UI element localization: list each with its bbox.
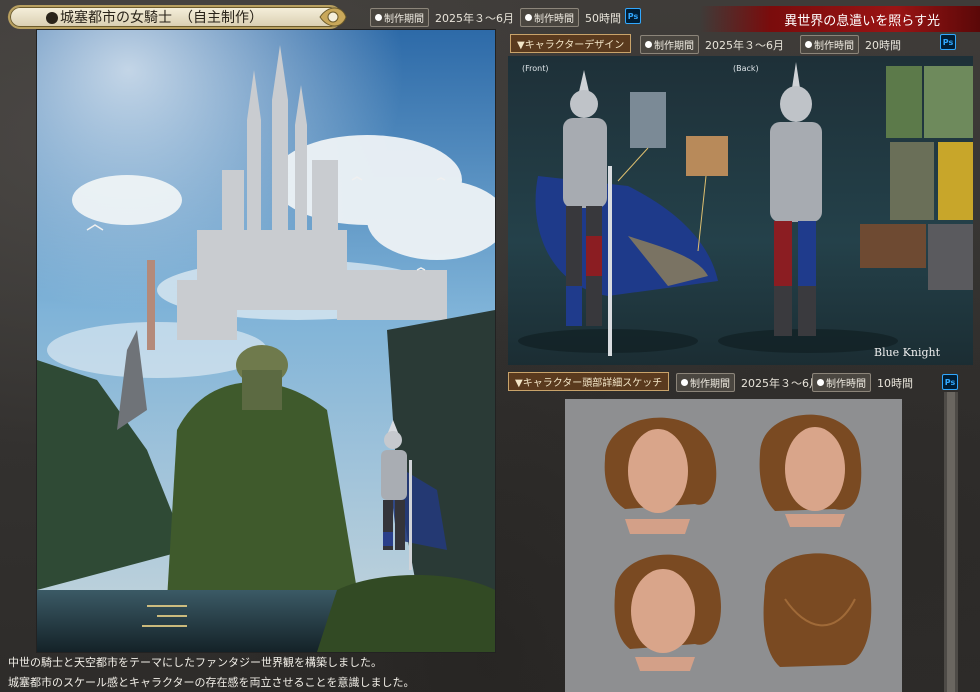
reference-photo-1	[886, 66, 922, 138]
character-design-panel: (Front) (Back) Blue Knight	[508, 56, 973, 365]
time-value: 50時間	[585, 11, 621, 25]
reference-photo-5	[860, 224, 926, 268]
head-sketch-three-quarter	[759, 414, 862, 527]
reference-photo-3	[890, 142, 934, 220]
photoshop-icon: Ps	[625, 8, 641, 24]
sketch-time-chip: 制作時間	[812, 373, 871, 392]
design-period-value: 2025年３〜6月	[705, 38, 784, 52]
sketch-photoshop-icon: Ps	[942, 374, 958, 390]
caption-line-2: 城塞都市のスケール感とキャラクターの存在感を両立させることを意識しました。	[8, 676, 415, 689]
head-sketch-panel	[565, 399, 902, 692]
head-sketches	[604, 414, 872, 671]
artwork-title-plate: 城塞都市の女騎士 （自主制作）	[8, 5, 342, 29]
main-artwork	[36, 29, 496, 653]
design-time: 制作時間 20時間	[800, 35, 901, 54]
reference-photo-6	[928, 224, 973, 290]
design-time-chip: 制作時間	[800, 35, 859, 54]
head-sketch-side-face	[614, 554, 721, 671]
sketch-period: 制作期間 2025年３〜6月	[676, 373, 820, 392]
design-section-heading: ▼キャラクターデザイン	[510, 34, 632, 53]
design-period-chip: 制作期間	[640, 35, 699, 54]
sketch-period-chip: 制作期間	[676, 373, 735, 392]
reference-photo-4	[938, 142, 973, 220]
header-time: 制作時間 50時間	[520, 8, 621, 27]
header-period: 制作期間 2025年３〜6月	[370, 8, 514, 27]
period-value: 2025年３〜6月	[435, 11, 514, 25]
sketch-time: 制作時間 10時間	[812, 373, 913, 392]
head-sketch-back	[763, 553, 872, 667]
caption-line-1: 中世の騎士と天空都市をテーマにしたファンタジー世界観を構築しました。	[8, 656, 382, 669]
bullet-icon	[46, 12, 58, 24]
sketch-time-value: 10時間	[877, 376, 913, 390]
time-chip: 制作時間	[520, 8, 579, 27]
tagline: 異世界の息遣いを照らす光	[784, 13, 940, 29]
design-time-value: 20時間	[865, 38, 901, 52]
tagline-banner: 異世界の息遣いを照らす光	[700, 6, 980, 32]
scrollbar-thumb[interactable]	[947, 392, 955, 692]
sketch-period-value: 2025年３〜6月	[741, 376, 820, 390]
right-ornament-icon	[319, 7, 347, 27]
character-name: Blue Knight	[874, 346, 941, 359]
design-photoshop-icon: Ps	[940, 34, 956, 50]
reference-photo-2	[924, 66, 973, 138]
vertical-scrollbar[interactable]	[944, 392, 958, 692]
sketch-section-heading: ▼キャラクター頭部詳細スケッチ	[508, 372, 670, 391]
head-sketch-front	[604, 417, 717, 534]
design-period: 制作期間 2025年３〜6月	[640, 35, 784, 54]
artwork-title: 城塞都市の女騎士 （自主制作）	[60, 10, 263, 26]
period-chip: 制作期間	[370, 8, 429, 27]
